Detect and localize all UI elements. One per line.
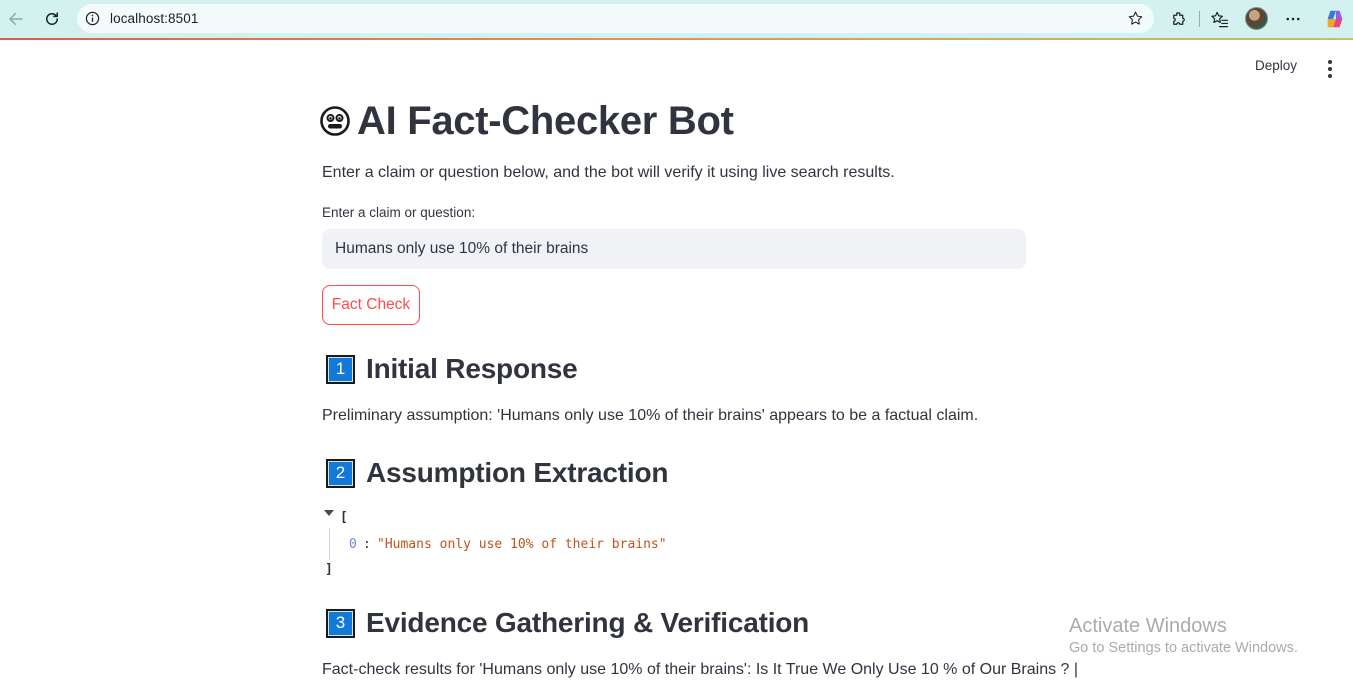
initial-response-text: Preliminary assumption: 'Humans only use… [322,407,979,424]
fact-check-button[interactable]: Fact Check [322,285,420,325]
keycap-three-icon: 3 [326,608,355,638]
claim-input-label: Enter a claim or question: [322,205,476,220]
favorites-list-icon [1210,11,1228,27]
section-title: Assumption Extraction [366,457,669,488]
json-indent-guide [329,528,330,560]
keycap-one-icon: 1 [326,354,355,384]
evidence-results-text: Fact-check results for 'Humans only use … [322,661,1079,678]
reload-icon [46,12,58,25]
profile-avatar[interactable] [1245,7,1268,30]
keycap-two-icon: 2 [326,458,355,488]
section-title: Evidence Gathering & Verification [366,607,810,638]
page-title: AI Fact-Checker Bot [357,98,734,143]
section-title: Initial Response [366,353,578,384]
browser-accent-line [0,38,1353,40]
toolbar-divider [1199,11,1200,27]
info-icon[interactable] [85,11,100,26]
activate-windows-subtitle: Go to Settings to activate Windows. [1069,640,1298,656]
copilot-icon [1327,10,1343,28]
back-button[interactable] [5,8,27,30]
url-text: localhost:8501 [110,11,199,26]
json-close-bracket: ] [325,562,333,577]
main-menu-button[interactable] [1320,58,1340,80]
favorites-button[interactable] [1209,9,1229,29]
back-arrow-icon [9,13,23,25]
more-options-button[interactable] [1283,9,1303,29]
section-assumption-extraction-header: 2 Assumption Extraction [326,457,669,488]
claim-input[interactable] [322,229,1026,269]
copilot-button[interactable] [1323,7,1347,31]
intro-text: Enter a claim or question below, and the… [322,164,895,181]
json-index: 0 [349,537,357,552]
collapse-triangle-icon[interactable] [324,510,334,516]
section-number: 3 [328,610,353,636]
extensions-button[interactable] [1169,9,1189,29]
menu-dot-icon [1328,67,1332,71]
activate-windows-title: Activate Windows [1069,615,1227,637]
puzzle-icon [1173,12,1185,25]
more-horizontal-icon [1286,17,1300,21]
json-viewer: [ 0 : "Humans only use 10% of their brai… [322,507,722,577]
favorite-star-icon[interactable] [1127,10,1144,27]
title-row: AI Fact-Checker Bot [319,96,734,146]
section-evidence-header: 3 Evidence Gathering & Verification [326,607,810,638]
menu-dot-icon [1328,74,1332,78]
address-bar[interactable]: localhost:8501 [77,4,1154,33]
section-number: 2 [328,460,353,486]
browser-toolbar: localhost:8501 [0,0,1353,38]
deploy-button[interactable]: Deploy [1255,58,1297,80]
robot-face-icon [320,106,350,136]
section-number: 1 [328,356,353,382]
section-initial-response-header: 1 Initial Response [326,353,578,384]
json-colon: : [363,537,371,552]
reload-button[interactable] [41,8,63,30]
json-string-value: "Humans only use 10% of their brains" [377,537,667,552]
menu-dot-icon [1328,60,1332,64]
json-open-bracket: [ [340,510,348,525]
